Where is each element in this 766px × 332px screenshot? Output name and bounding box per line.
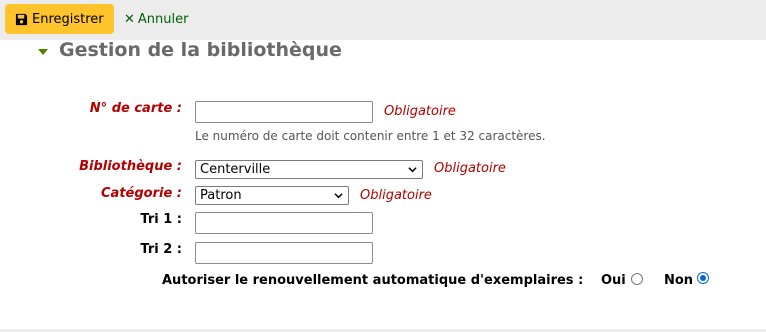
category-required: Obligatoire [360,188,432,203]
auto-renew-no-label: Non [664,273,694,288]
auto-renew-yes-label: Oui [601,273,626,288]
sort2-label: Tri 2 : [140,242,182,257]
library-label: Bibliothèque : [79,159,182,174]
cancel-link[interactable]: ✕ Annuler [124,4,188,34]
auto-renew-label: Autoriser le renouvellement automatique … [162,273,584,288]
library-management-panel: Gestion de la bibliothèque N° de carte :… [0,38,766,329]
card-number-input[interactable] [195,101,373,123]
category-select[interactable]: Patron [195,186,349,205]
cancel-link-label: Annuler [137,11,189,27]
save-button-label: Enregistrer [32,11,104,27]
sort1-label: Tri 1 : [140,212,182,227]
chevron-down-icon [408,167,417,173]
sort1-input[interactable] [195,212,373,234]
library-required: Obligatoire [434,161,506,176]
save-button[interactable]: Enregistrer [5,4,114,34]
save-icon [15,13,28,25]
auto-renew-no-radio[interactable] [697,272,709,284]
auto-renew-yes-radio[interactable] [631,273,643,285]
card-number-required: Obligatoire [384,104,456,119]
category-label: Catégorie : [101,186,182,201]
card-number-hint: Le numéro de carte doit contenir entre 1… [195,129,546,143]
section-title: Gestion de la bibliothèque [59,39,342,61]
section-toggle[interactable]: Gestion de la bibliothèque [38,38,342,62]
library-select-value: Centerville [200,162,271,177]
category-select-value: Patron [200,188,242,203]
caret-down-icon [38,48,48,55]
library-select[interactable]: Centerville [195,160,423,179]
close-icon: ✕ [124,11,135,27]
toolbar: Enregistrer ✕ Annuler [0,0,766,38]
sort2-input[interactable] [195,242,373,264]
card-number-label: N° de carte : [89,101,182,116]
chevron-down-icon [334,193,343,199]
